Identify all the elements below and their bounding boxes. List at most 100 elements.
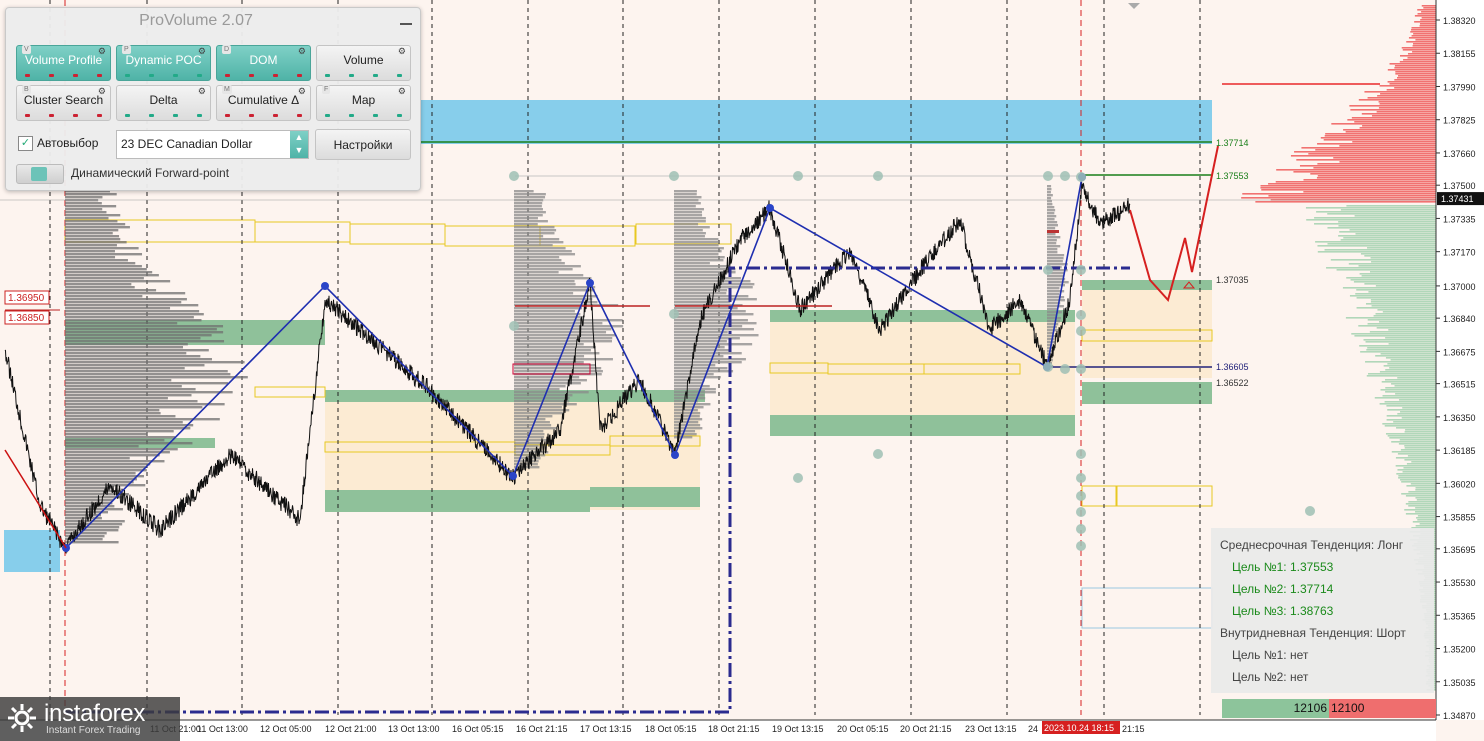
panel-button-0[interactable]: V ⚙ Volume Profile [16,45,111,81]
volume-profile-bar [65,526,120,529]
volume-profile-bar [65,238,121,241]
forward-point-toggle[interactable] [16,164,64,184]
volume-profile-bar [1047,212,1055,215]
time-label: 12 Oct 21:00 [325,724,377,734]
panel-button-1[interactable]: P ⚙ Dynamic POC [116,45,211,81]
dom-bid-bar [1317,245,1436,247]
dom-bid-bar [1338,221,1436,223]
price-label: 1.37500 [1443,181,1476,191]
volume-profile-bar [514,211,546,214]
volume-profile-bar [674,334,759,337]
volume-profile-bar [65,388,196,391]
minimize-icon[interactable] [400,14,412,26]
chevron-updown-icon[interactable]: ▲ ▼ [290,131,308,158]
volume-profile-bar [514,343,584,346]
dom-bid-bar [1346,277,1436,279]
instrument-select[interactable]: 23 DEC Canadian Dollar ▲ ▼ [116,130,309,159]
outline-box [1081,485,1117,507]
volume-profile-bar [1047,191,1051,194]
dom-bid-bar [1367,247,1436,249]
dom-bid-bar [1315,241,1436,243]
volume-profile-bar [674,286,753,289]
panel-button-6[interactable]: M ⚙ Cumulative Δ [216,85,311,121]
time-label: 18 Oct 05:15 [645,724,697,734]
support-zone [4,530,60,572]
price-label: 1.34870 [1443,711,1476,721]
volume-profile-bar [1047,257,1064,260]
volume-profile-bar [674,361,742,364]
volume-profile-bar [674,355,724,358]
dom-ask-bar [1359,127,1436,129]
volume-profile-bar [65,502,113,505]
volume-profile-bar [65,475,144,478]
volume-profile-bar [514,427,557,430]
level-label: 1.36605 [1216,362,1249,372]
dom-ask-bar [1301,147,1436,149]
panel-button-2[interactable]: D ⚙ DOM [216,45,311,81]
price-label: 1.38320 [1443,16,1476,26]
panel-button-7[interactable]: F ⚙ Map [316,85,411,121]
dom-bid-bar [1396,473,1436,475]
dom-bid-bar [1338,225,1436,227]
volume-profile-bar [1047,254,1065,257]
dom-bid-bar [1394,385,1436,387]
volume-profile-bar [65,481,134,484]
volume-profile-bar [1047,293,1060,296]
volume-profile-bar [514,235,544,238]
dom-ask-bar [1323,139,1436,141]
volume-profile-bar [1047,287,1060,290]
outline-box [349,223,446,245]
time-highlight-label: 2023.10.24 18:15 [1044,723,1114,733]
volume-profile-bar [65,463,151,466]
volume-profile-bar [65,352,187,355]
volume-profile-bar [1047,338,1055,341]
dom-ask-bar [1242,193,1436,195]
panel-button-3[interactable]: ⚙ Volume [316,45,411,81]
dom-bid-bar [1355,293,1436,295]
volume-profile-bar [65,472,136,475]
settings-button[interactable]: Настройки [315,129,411,160]
trend-info-box: Среднесрочная Тенденция: Лонг Цель №1: 1… [1211,528,1434,693]
autoselect-checkbox[interactable]: ✓ [18,136,33,151]
volume-profile-bar [514,403,577,406]
dom-ask-bar [1315,149,1436,151]
dom-bid-bar [1391,383,1436,385]
button-indicator [225,74,302,77]
buy-volume: 12106 [1222,699,1329,718]
volume-profile-bar [65,484,146,487]
time-label: 24 [1028,724,1038,734]
panel-button-4[interactable]: B ⚙ Cluster Search [16,85,111,121]
scroll-arrow-icon [1128,3,1140,9]
volume-profile-bar [514,220,548,223]
volume-profile-bar [514,217,538,220]
panel-button-5[interactable]: ⚙ Delta [116,85,211,121]
outline-box [1116,485,1213,507]
marker-dot [1076,449,1086,459]
volume-profile-bar [1047,248,1058,251]
logo-subtitle: Instant Forex Trading [46,725,141,736]
sell-volume: 12100 [1329,699,1436,718]
volume-profile-bar [674,310,746,313]
dom-bid-bar [1327,227,1436,229]
price-label: 1.37990 [1443,82,1476,92]
instaforex-logo: instaforex Instant Forex Trading [0,697,180,741]
button-indicator [325,114,402,117]
volume-profile-bar [674,298,757,301]
dom-bid-bar [1373,315,1436,317]
volume-profile-bar [674,343,753,346]
dom-bid-bar [1400,479,1436,481]
dom-bid-bar [1383,365,1436,367]
dom-bid-bar [1399,399,1436,401]
dom-bid-bar [1386,405,1436,407]
dom-bid-bar [1416,517,1436,519]
price-label: 1.36515 [1443,380,1476,390]
volume-profile-bar [514,337,613,340]
dom-bid-bar [1393,421,1436,423]
dom-ask-bar [1339,145,1436,147]
marker-dot [1076,364,1086,374]
dom-bid-bar [1336,269,1436,271]
volume-profile-bar [514,400,570,403]
volume-profile-bar [65,499,114,502]
dom-bid-bar [1408,491,1436,493]
dom-ask-bar [1303,191,1436,193]
